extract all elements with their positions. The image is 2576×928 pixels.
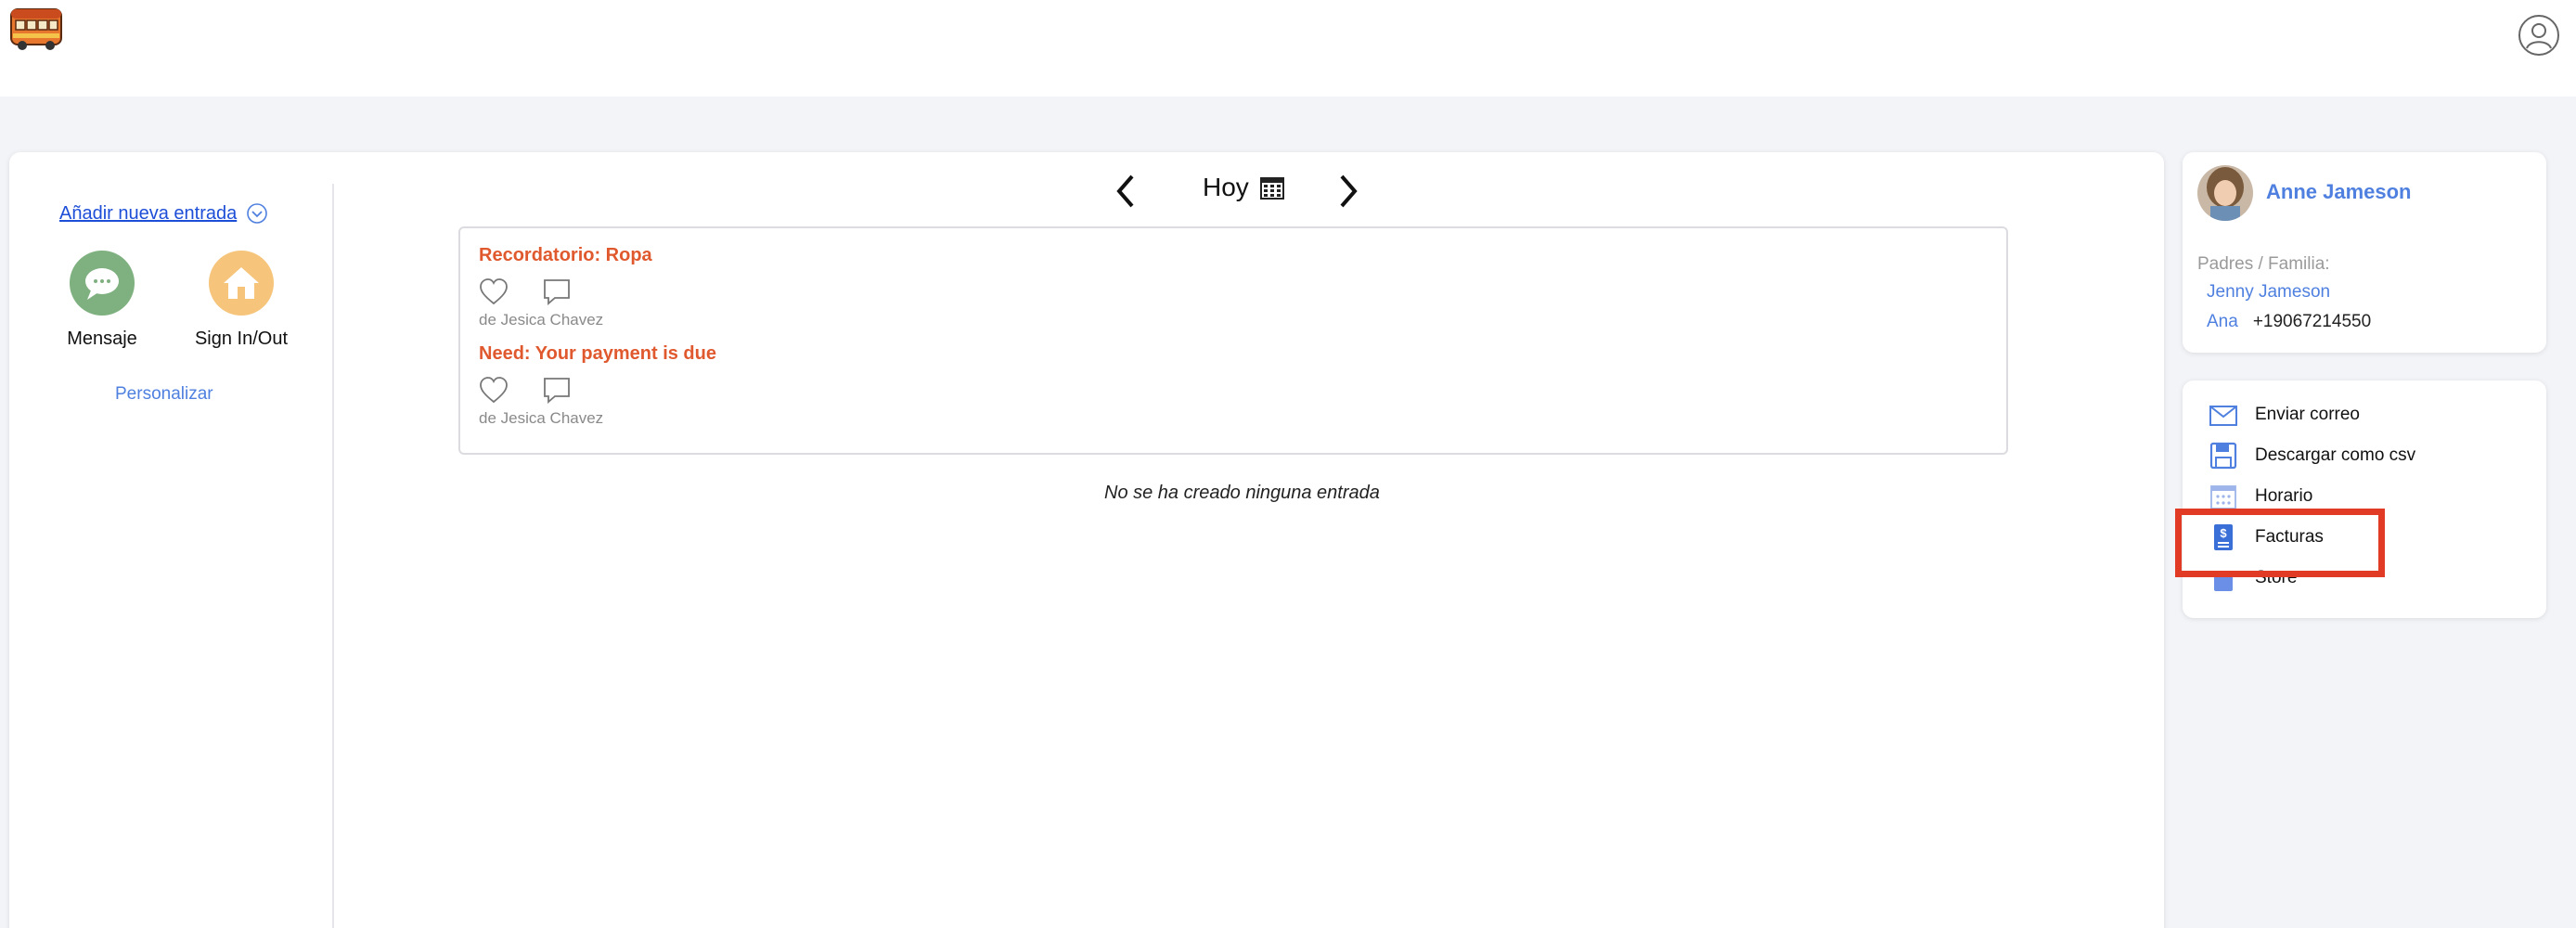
entry-byline: de Jesica Chavez [479,311,604,329]
entry-actions [479,277,1036,311]
heart-icon[interactable] [479,277,509,307]
quick-action-message[interactable]: Mensaje [46,251,158,350]
quick-action-label: Mensaje [67,329,137,349]
calendar-icon [2210,485,2236,509]
avatar[interactable] [2197,165,2253,221]
feed-entry: Need: Your payment is due de Jesica Chav… [479,343,1036,428]
chevron-left-icon[interactable] [1112,173,1140,210]
entry-byline: de Jesica Chavez [479,409,604,427]
store-icon [2214,573,2233,591]
entry-actions [479,376,1036,409]
left-column: Añadir nueva entrada Mensaje Sign In/Out… [9,184,334,928]
user-profile-icon[interactable] [2517,13,2561,58]
parent-phone: +19067214550 [2252,312,2372,331]
chat-bubble-icon [70,251,135,316]
menu-item-store[interactable]: Store [2209,562,2297,594]
comment-icon[interactable] [542,376,572,406]
chevron-down-icon [247,203,268,224]
menu-item-send-email[interactable]: Enviar correo [2209,399,2360,431]
feed-entry: Recordatorio: Ropa de Jesica Chavez [479,245,1036,329]
entry-title[interactable]: Need: Your payment is due [479,343,1036,365]
menu-item-schedule[interactable]: Horario [2209,481,2312,512]
personalize-link[interactable]: Personalizar [115,384,213,405]
empty-entries-note: No se ha creado ninguna entrada [1104,483,1380,503]
quick-action-sign-in-out[interactable]: Sign In/Out [186,251,297,350]
menu-item-label: Enviar correo [2255,405,2360,424]
add-entry-link[interactable]: Añadir nueva entrada [59,202,268,225]
menu-item-download-csv[interactable]: Descargar como csv [2209,440,2415,471]
family-label: Padres / Familia: [2197,254,2330,274]
parent-link[interactable]: Ana [2207,312,2238,332]
child-profile-card: Anne Jameson Padres / Familia: Jenny Jam… [2183,152,2546,353]
save-disk-icon [2209,442,2237,470]
heart-icon[interactable] [479,376,509,406]
envelope-icon [2209,406,2237,426]
comment-icon[interactable] [542,277,572,307]
school-bus-logo-icon[interactable] [9,4,63,52]
quick-action-label: Sign In/Out [194,329,289,349]
parent-row: Ana +19067214550 [2207,312,2371,332]
invoice-dollar-icon: $ [2214,524,2233,550]
feed-list: Recordatorio: Ropa de Jesica Chavez Need… [458,226,2008,455]
add-entry-label: Añadir nueva entrada [59,202,238,224]
menu-item-label: Facturas [2255,527,2324,547]
menu-item-label: Horario [2255,486,2313,506]
main-panel: Añadir nueva entrada Mensaje Sign In/Out… [9,152,2164,928]
date-navigation: Hoy [1112,163,1381,208]
svg-text:$: $ [2220,526,2227,540]
calendar-icon [1259,177,1284,200]
top-bar [0,0,2576,97]
child-name-link[interactable]: Anne Jameson [2266,180,2412,204]
entry-title[interactable]: Recordatorio: Ropa [479,245,1036,266]
menu-item-label: Descargar como csv [2255,445,2416,465]
parent-link[interactable]: Jenny Jameson [2207,282,2330,303]
today-label: Hoy [1203,173,1249,201]
today-button[interactable]: Hoy [1203,173,1286,202]
home-icon [209,251,274,316]
chevron-right-icon[interactable] [1334,173,1362,210]
menu-item-invoices[interactable]: $ Facturas [2209,522,2324,553]
menu-item-label: Store [2255,568,2298,587]
actions-menu-card: Enviar correo Descargar como csv Horario… [2183,380,2546,618]
